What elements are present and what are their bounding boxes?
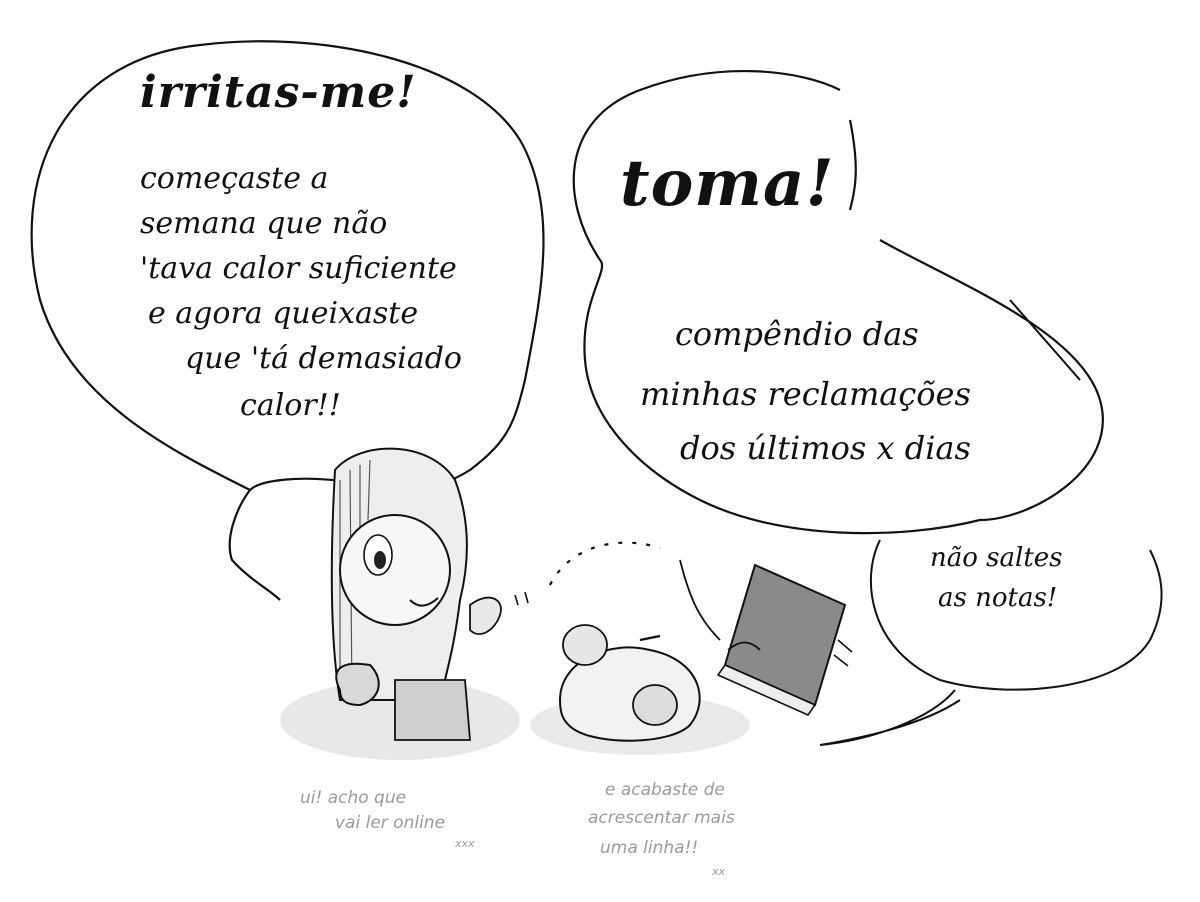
caption-left-line: ui! acho que	[300, 788, 407, 808]
dotted-trajectory	[549, 541, 661, 586]
decorative-stroke	[1009, 299, 1081, 381]
bubble-left-line: semana que não	[140, 206, 388, 241]
bubble-right-line: minhas reclamações	[640, 375, 971, 413]
caption-left-line: vai ler online	[335, 813, 446, 833]
bubble-small-line: as notas!	[938, 583, 1058, 613]
bubble-left-title: irritas-me!	[140, 67, 417, 118]
bubble-right-line: compêndio das	[675, 315, 919, 353]
book-illustration	[716, 563, 847, 716]
comic-illustration	[30, 40, 1163, 760]
caption-right-line: acrescentar mais	[588, 808, 735, 828]
caption-right-line: xx	[712, 865, 726, 878]
accent-marks	[514, 591, 529, 606]
caption-right-line: uma linha!!	[600, 838, 699, 858]
bubble-left-line: começaste a	[140, 161, 329, 196]
bubble-left-line: que 'tá demasiado	[185, 341, 462, 376]
small-character	[530, 559, 750, 755]
girl-character	[280, 447, 520, 760]
bubble-small-line: não saltes	[930, 543, 1063, 573]
bubble-right-line: dos últimos x dias	[680, 429, 971, 467]
bubble-left-line: e agora queixaste	[148, 296, 419, 331]
bubble-left-line: calor!!	[240, 388, 341, 423]
bubble-left-line: 'tava calor suficiente	[140, 251, 457, 286]
bubble-right-title: toma!	[620, 146, 835, 221]
caption-left-line: xxx	[455, 837, 475, 850]
caption-right-line: e acabaste de	[605, 780, 725, 800]
